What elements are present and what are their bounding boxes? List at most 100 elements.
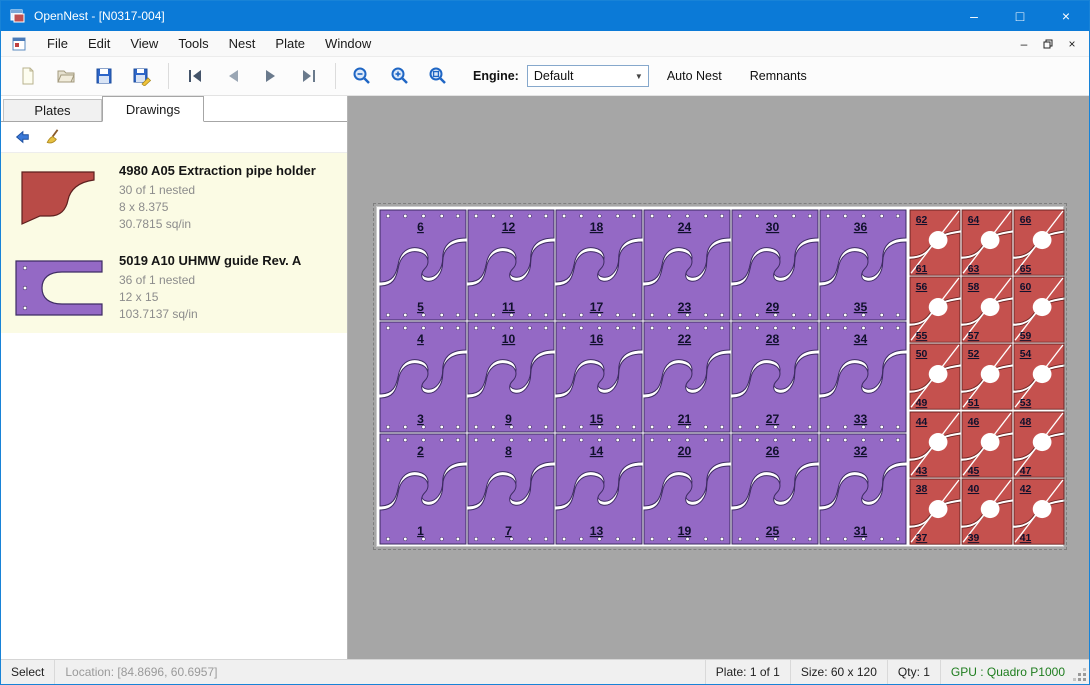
menu-file[interactable]: File <box>37 32 78 55</box>
purple-pair-svg: 28 27 <box>731 321 819 433</box>
purple-part-pair[interactable]: 26 25 <box>731 433 819 545</box>
red-part-pair[interactable]: 56 55 <box>909 276 961 343</box>
purple-part-pair[interactable]: 12 11 <box>467 209 555 321</box>
purple-part-pair[interactable]: 30 29 <box>731 209 819 321</box>
purple-pair-svg: 30 29 <box>731 209 819 321</box>
red-part-pair[interactable]: 58 57 <box>961 276 1013 343</box>
previous-plate-button[interactable] <box>216 60 250 92</box>
save-button[interactable] <box>87 60 121 92</box>
menu-plate[interactable]: Plate <box>265 32 315 55</box>
purple-grid: 6 5 12 11 18 17 24 23 30 29 36 35 4 3 <box>379 209 907 545</box>
document-icon[interactable] <box>11 36 27 52</box>
save-as-button[interactable] <box>125 60 159 92</box>
part-number: 47 <box>1020 466 1032 477</box>
auto-nest-button[interactable]: Auto Nest <box>657 63 732 89</box>
red-part-pair[interactable]: 38 37 <box>909 478 961 545</box>
purple-part-pair[interactable]: 6 5 <box>379 209 467 321</box>
mdi-restore-button[interactable] <box>1037 34 1059 54</box>
part-number: 35 <box>854 300 868 314</box>
purple-pair-svg: 26 25 <box>731 433 819 545</box>
part-number: 13 <box>590 524 604 538</box>
mdi-minimize-button[interactable]: – <box>1013 34 1035 54</box>
red-part-pair[interactable]: 48 47 <box>1013 411 1065 478</box>
purple-part-pair[interactable]: 18 17 <box>555 209 643 321</box>
last-plate-button[interactable] <box>292 60 326 92</box>
purple-part-pair[interactable]: 20 19 <box>643 433 731 545</box>
purple-part-thumbnail <box>14 259 104 317</box>
purple-part-pair[interactable]: 24 23 <box>643 209 731 321</box>
zoom-out-button[interactable] <box>345 60 379 92</box>
menu-nest[interactable]: Nest <box>219 32 266 55</box>
part-number: 17 <box>590 300 604 314</box>
purple-part-pair[interactable]: 36 35 <box>819 209 907 321</box>
red-pair-svg: 44 43 <box>909 411 961 478</box>
clean-button[interactable] <box>41 124 67 150</box>
part-number: 4 <box>417 332 424 346</box>
red-part-pair[interactable]: 60 59 <box>1013 276 1065 343</box>
title-bar: OpenNest - [N0317-004] – □ × <box>1 1 1089 31</box>
part-number: 25 <box>766 524 780 538</box>
drawing-item-1[interactable]: 4980 A05 Extraction pipe holder 30 of 1 … <box>1 153 347 243</box>
tab-plates[interactable]: Plates <box>3 99 102 121</box>
red-part-pair[interactable]: 66 65 <box>1013 209 1065 276</box>
purple-part-pair[interactable]: 10 9 <box>467 321 555 433</box>
tab-drawings[interactable]: Drawings <box>102 96 204 122</box>
remnants-button[interactable]: Remnants <box>740 63 817 89</box>
resize-grip[interactable] <box>1075 660 1089 684</box>
part-number: 56 <box>916 282 928 293</box>
red-part-pair[interactable]: 64 63 <box>961 209 1013 276</box>
next-icon <box>261 66 281 86</box>
red-part-pair[interactable]: 42 41 <box>1013 478 1065 545</box>
menu-tools[interactable]: Tools <box>168 32 218 55</box>
part-number: 12 <box>502 220 516 234</box>
first-plate-button[interactable] <box>178 60 212 92</box>
red-part-pair[interactable]: 46 45 <box>961 411 1013 478</box>
red-part-pair[interactable]: 54 53 <box>1013 343 1065 410</box>
part-number: 39 <box>968 533 980 544</box>
close-button[interactable]: × <box>1043 1 1089 31</box>
send-to-plate-button[interactable] <box>9 124 35 150</box>
open-button[interactable] <box>49 60 83 92</box>
purple-part-pair[interactable]: 8 7 <box>467 433 555 545</box>
part-number: 32 <box>854 444 868 458</box>
drawing-title: 5019 A10 UHMW guide Rev. A <box>119 253 301 268</box>
purple-part-pair[interactable]: 4 3 <box>379 321 467 433</box>
next-plate-button[interactable] <box>254 60 288 92</box>
part-number: 20 <box>678 444 692 458</box>
red-pair-svg: 48 47 <box>1013 411 1065 478</box>
new-button[interactable] <box>11 60 45 92</box>
purple-part-pair[interactable]: 16 15 <box>555 321 643 433</box>
red-part-pair[interactable]: 52 51 <box>961 343 1013 410</box>
part-number: 1 <box>417 524 424 538</box>
purple-pair-svg: 18 17 <box>555 209 643 321</box>
purple-part-pair[interactable]: 28 27 <box>731 321 819 433</box>
red-part-pair[interactable]: 44 43 <box>909 411 961 478</box>
plate[interactable]: 6 5 12 11 18 17 24 23 30 29 36 35 4 3 <box>376 206 1064 547</box>
purple-part-pair[interactable]: 14 13 <box>555 433 643 545</box>
part-number: 52 <box>968 350 980 361</box>
purple-part-pair[interactable]: 34 33 <box>819 321 907 433</box>
menu-view[interactable]: View <box>120 32 168 55</box>
minimize-button[interactable]: – <box>951 1 997 31</box>
maximize-button[interactable]: □ <box>997 1 1043 31</box>
purple-part-pair[interactable]: 32 31 <box>819 433 907 545</box>
zoom-fit-button[interactable] <box>421 60 455 92</box>
red-pair-svg: 42 41 <box>1013 478 1065 545</box>
engine-select[interactable]: Default ▼ <box>527 65 649 87</box>
red-pair-svg: 62 61 <box>909 209 961 276</box>
mdi-close-button[interactable]: × <box>1061 34 1083 54</box>
menu-window[interactable]: Window <box>315 32 381 55</box>
part-number: 45 <box>968 466 980 477</box>
nest-canvas[interactable]: 6 5 12 11 18 17 24 23 30 29 36 35 4 3 <box>348 96 1089 659</box>
red-part-pair[interactable]: 40 39 <box>961 478 1013 545</box>
purple-part-pair[interactable]: 2 1 <box>379 433 467 545</box>
part-number: 29 <box>766 300 780 314</box>
red-part-pair[interactable]: 50 49 <box>909 343 961 410</box>
red-grid: 62 61 64 63 66 65 56 55 58 57 60 59 <box>909 209 1065 545</box>
zoom-in-button[interactable] <box>383 60 417 92</box>
drawing-item-2[interactable]: 5019 A10 UHMW guide Rev. A 36 of 1 neste… <box>1 243 347 333</box>
menu-edit[interactable]: Edit <box>78 32 120 55</box>
red-part-pair[interactable]: 62 61 <box>909 209 961 276</box>
purple-part-pair[interactable]: 22 21 <box>643 321 731 433</box>
part-number: 33 <box>854 412 868 426</box>
